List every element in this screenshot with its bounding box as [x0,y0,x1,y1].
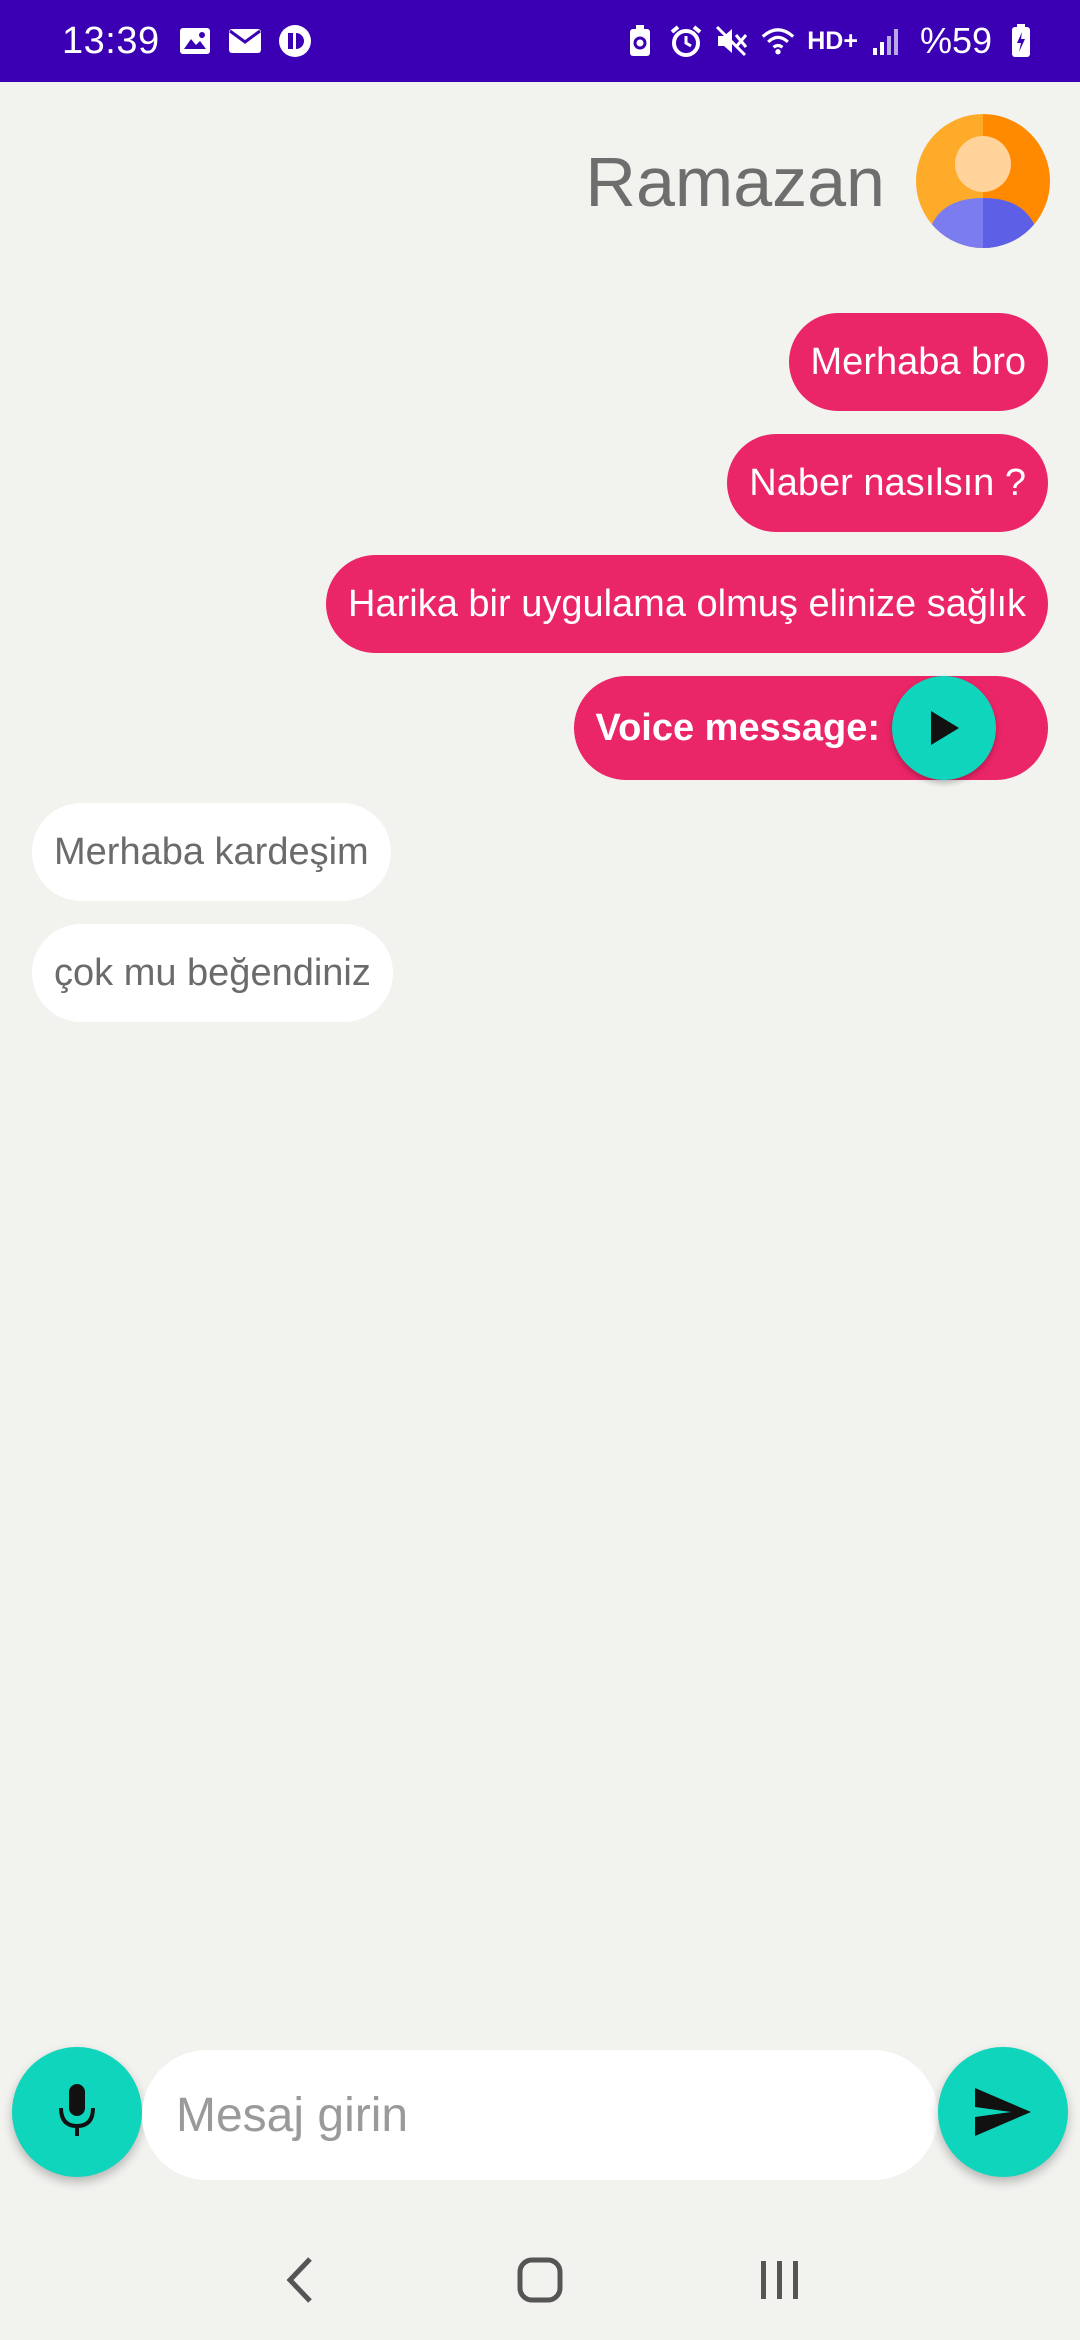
nav-recents-button[interactable] [740,2240,820,2320]
network-type: HD+ [807,26,858,55]
home-icon [517,2257,563,2303]
send-button[interactable] [938,2047,1068,2177]
received-message-bubble[interactable]: çok mu beğendiniz [32,924,393,1022]
app-notification-icon [278,24,312,58]
status-bar: 13:39 HD+ %59 [0,0,1080,82]
sent-message-bubble[interactable]: Naber nasılsın ? [727,434,1048,532]
microphone-icon [59,2084,95,2136]
recents-icon [761,2261,798,2299]
status-time: 13:39 [62,19,160,62]
back-chevron-icon [286,2257,312,2303]
battery-saver-icon [623,24,657,58]
play-icon [931,711,959,745]
nav-home-button[interactable] [500,2240,580,2320]
status-left-icons [178,24,312,58]
contact-avatar[interactable] [916,114,1050,248]
wifi-icon [761,24,795,58]
voice-message-bubble: Voice message: [573,676,1048,780]
signal-icon [870,24,904,58]
voice-message-label: Voice message: [595,706,880,749]
message-input-placeholder: Mesaj girin [176,2088,409,2142]
mute-icon [715,24,749,58]
avatar-person-icon [916,114,1050,248]
received-message-bubble[interactable]: Merhaba kardeşim [32,803,391,901]
sent-message-bubble[interactable]: Harika bir uygulama olmuş elinize sağlık [326,555,1048,653]
send-icon [975,2088,1031,2136]
play-voice-button[interactable] [892,676,996,780]
message-text: Naber nasılsın ? [749,461,1026,504]
nav-back-button[interactable] [260,2240,340,2320]
mail-icon [228,24,262,58]
battery-icon [1004,24,1038,58]
status-right-icons: HD+ %59 [623,20,1038,62]
record-voice-button[interactable] [12,2047,142,2177]
message-text: Merhaba bro [810,340,1026,383]
alarm-icon [669,24,703,58]
sent-message-bubble[interactable]: Merhaba bro [788,313,1048,411]
gallery-icon [178,24,212,58]
battery-percent: %59 [919,20,992,61]
contact-name: Ramazan [585,143,885,221]
system-navigation-bar [0,2220,1080,2340]
message-text: Harika bir uygulama olmuş elinize sağlık [348,582,1026,625]
message-text: çok mu beğendiniz [54,951,371,994]
message-input[interactable]: Mesaj girin [142,2050,938,2180]
message-text: Merhaba kardeşim [54,830,369,873]
